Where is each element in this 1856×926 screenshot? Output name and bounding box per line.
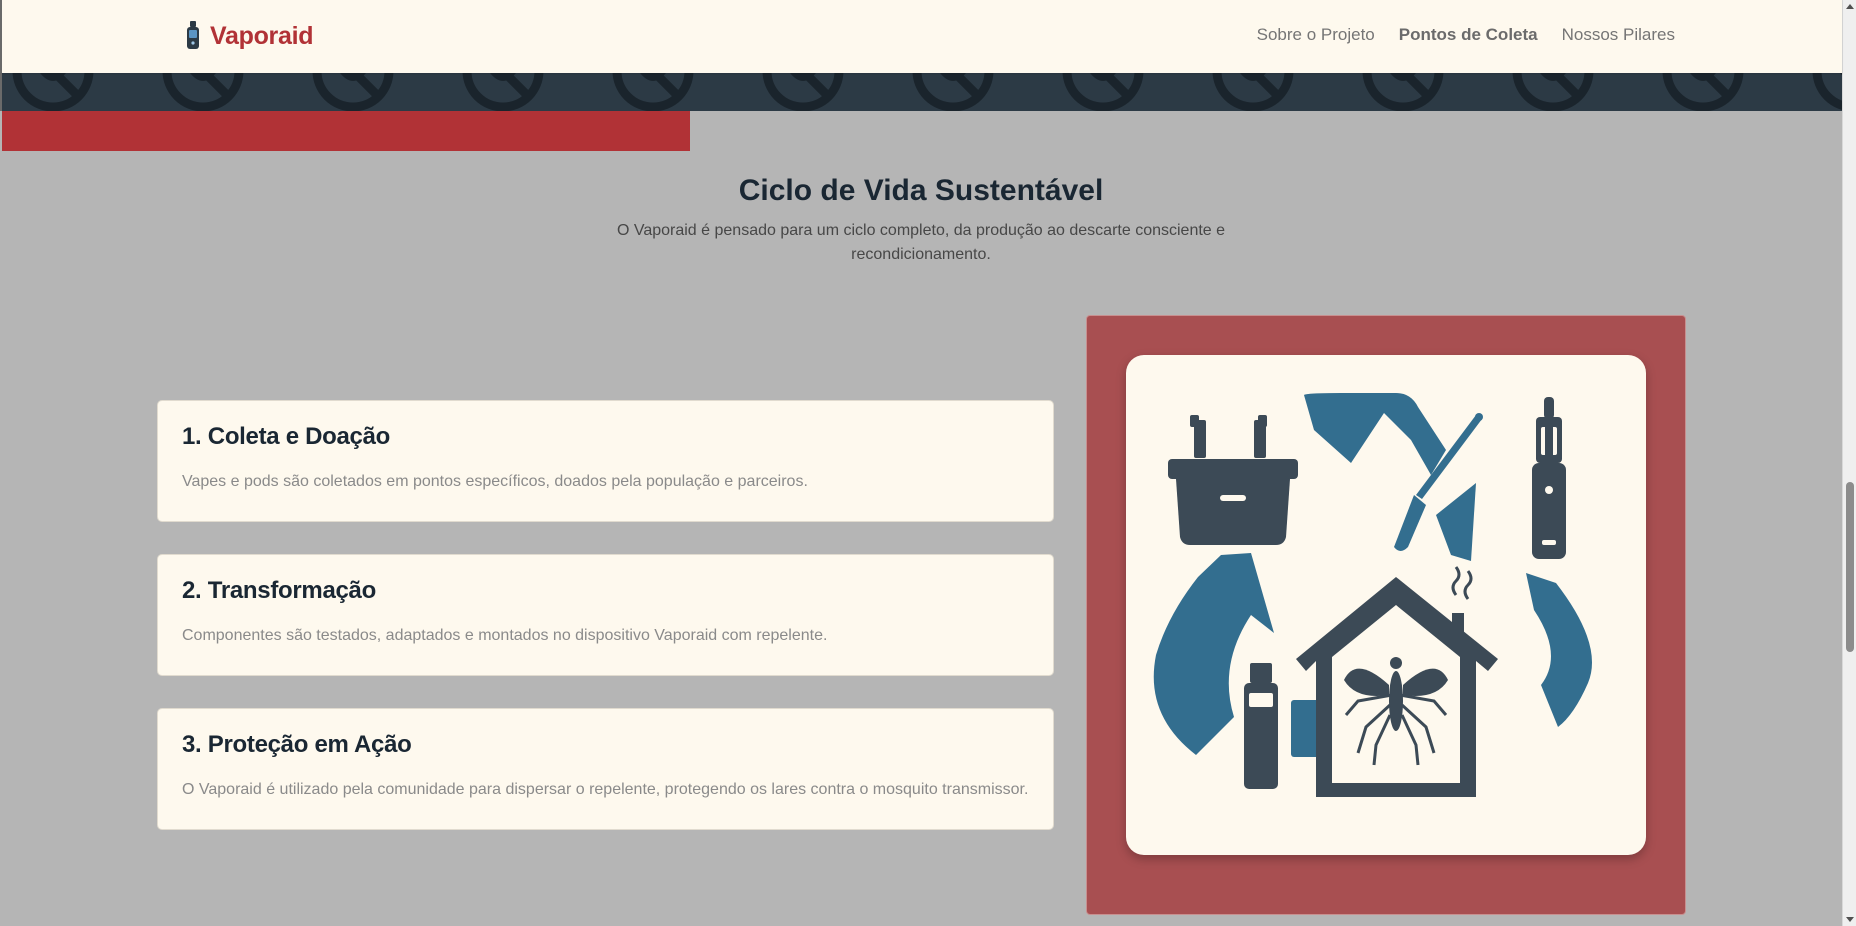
section-title: Ciclo de Vida Sustentável — [738, 174, 1104, 207]
no-mosquito-pattern — [2, 73, 1842, 111]
step-card-transformacao: 2. Transformação Componentes são testado… — [157, 554, 1054, 676]
step-title: 2. Transformação — [182, 577, 376, 604]
vape-logo-icon — [187, 21, 199, 49]
decorative-pattern-band — [0, 73, 1842, 111]
step-title: 3. Proteção em Ação — [182, 731, 412, 758]
scroll-down-arrow-icon[interactable] — [1846, 917, 1854, 922]
step-description: O Vaporaid é utilizado pela comunidade p… — [182, 781, 1029, 798]
scroll-up-arrow-icon[interactable] — [1846, 4, 1854, 9]
accent-red-bar — [2, 111, 690, 151]
brand-logo-link[interactable]: Vaporaid — [182, 20, 314, 52]
step-title: 1. Coleta e Doação — [182, 423, 391, 450]
collection-basket-icon — [1168, 415, 1298, 545]
section-subtitle: O Vaporaid é pensado para um ciclo compl… — [616, 222, 1226, 263]
step-description: Vapes e pods são coletados em pontos esp… — [182, 473, 808, 490]
brand-name: Vaporaid — [210, 21, 314, 50]
scroll-thumb[interactable] — [1846, 482, 1854, 652]
top-navbar: Vaporaid Sobre o Projeto Pontos de Colet… — [0, 0, 1842, 73]
page-scrollbar[interactable] — [1842, 0, 1856, 926]
vape-device-icon — [1532, 397, 1566, 559]
nav-link-nossos-pilares[interactable]: Nossos Pilares — [1562, 25, 1675, 45]
step-card-protecao: 3. Proteção em Ação O Vaporaid é utiliza… — [157, 708, 1054, 830]
nav-link-sobre-o-projeto[interactable]: Sobre o Projeto — [1257, 25, 1375, 45]
main-nav: Sobre o Projeto Pontos de Coleta Nossos … — [1257, 25, 1675, 45]
lifecycle-illustration — [1126, 355, 1646, 855]
step-card-coleta: 1. Coleta e Doação Vapes e pods são cole… — [157, 400, 1054, 522]
step-description: Componentes são testados, adaptados e mo… — [182, 627, 828, 644]
lifecycle-image-frame — [1086, 315, 1686, 915]
house-mosquito-icon — [1296, 566, 1498, 797]
nav-link-pontos-de-coleta[interactable]: Pontos de Coleta — [1399, 25, 1538, 45]
